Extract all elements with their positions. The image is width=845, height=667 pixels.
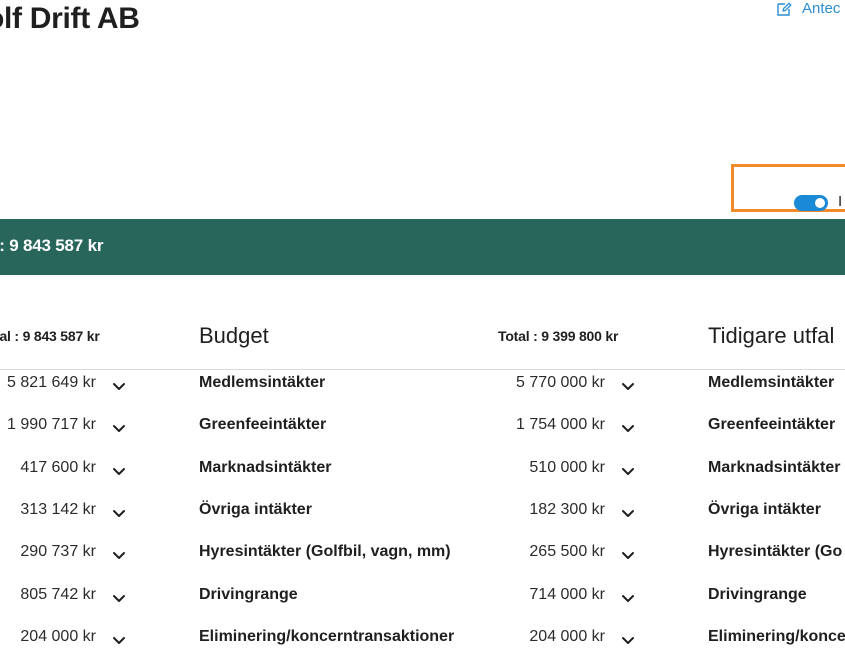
left-amount: 805 742 kr [20, 585, 96, 603]
table-row: 417 600 kr Marknadsintäkter 510 000 kr Mark… [0, 451, 845, 491]
table-row: 1 990 717 kr Greenfeeintäkter 1 754 000 kr… [0, 408, 845, 448]
budget-heading: Budget [199, 323, 269, 348]
budget-amount: 265 500 kr [529, 543, 605, 561]
toggle-knob [815, 198, 825, 208]
previous-heading: Tidigare utfal [708, 323, 835, 348]
budget-amount: 714 000 kr [529, 585, 605, 603]
chevron-down-icon[interactable] [111, 590, 127, 606]
table-row: 313 142 kr Övriga intäkter 182 300 kr Övrig… [0, 493, 845, 533]
left-column-total: tal : 9 843 587 kr [0, 328, 100, 344]
toggle-switch[interactable] [794, 195, 828, 211]
budget-amount: 510 000 kr [529, 458, 605, 476]
chevron-down-icon[interactable] [111, 505, 127, 521]
budget-amount: 1 754 000 kr [516, 416, 605, 434]
budget-category: Drivingrange [199, 585, 298, 603]
previous-category: Medlemsintäkter [708, 374, 835, 391]
previous-category: Drivingrange [708, 585, 807, 603]
page-title: olf Drift AB [0, 2, 140, 35]
left-amount: 5 821 649 kr [7, 374, 96, 391]
table-row: 805 742 kr Drivingrange 714 000 kr Drivingr… [0, 578, 845, 618]
chevron-down-icon[interactable] [620, 632, 636, 648]
previous-category: Hyresintäkter (Go [708, 543, 843, 561]
chevron-down-icon[interactable] [111, 378, 127, 394]
left-amount: 313 142 kr [20, 500, 96, 518]
left-amount: 417 600 kr [20, 458, 96, 476]
toggle-highlight [731, 164, 845, 212]
notes-link-label: Antec [802, 0, 841, 17]
chevron-down-icon[interactable] [111, 463, 127, 479]
chevron-down-icon[interactable] [620, 505, 636, 521]
left-amount: 204 000 kr [20, 627, 96, 645]
table-row: 290 737 kr Hyresintäkter (Golfbil, vagn, … [0, 535, 845, 575]
notes-link[interactable]: Antec [776, 0, 840, 17]
left-amount: 290 737 kr [20, 543, 96, 561]
budget-category: Eliminering/koncerntransaktioner [199, 627, 455, 645]
budget-category: Marknadsintäkter [199, 458, 332, 476]
chevron-down-icon[interactable] [620, 378, 636, 394]
budget-category: Medlemsintäkter [199, 374, 326, 391]
previous-category: Eliminering/konce [708, 627, 845, 645]
budget-total: Total : 9 399 800 kr [498, 328, 619, 344]
total-banner: tal: 9 843 587 kr [0, 219, 845, 275]
table-row: 5 821 649 kr Medlemsintäkter 5 770 000 kr M… [0, 366, 845, 406]
chevron-down-icon[interactable] [111, 547, 127, 563]
chevron-down-icon[interactable] [620, 590, 636, 606]
chevron-down-icon[interactable] [620, 420, 636, 436]
chevron-down-icon[interactable] [620, 547, 636, 563]
edit-icon [776, 1, 792, 17]
budget-amount: 204 000 kr [529, 627, 605, 645]
total-banner-text: tal: 9 843 587 kr [0, 236, 104, 255]
previous-category: Greenfeeintäkter [708, 416, 836, 434]
chevron-down-icon[interactable] [111, 632, 127, 648]
toggle-label: I [838, 193, 843, 210]
previous-category: Marknadsintäkter [708, 458, 841, 476]
budget-amount: 182 300 kr [529, 500, 605, 518]
budget-category: Hyresintäkter (Golfbil, vagn, mm) [199, 543, 451, 561]
budget-category: Greenfeeintäkter [199, 416, 327, 434]
table-row: 204 000 kr Eliminering/koncerntransaktion… [0, 620, 845, 660]
budget-category: Övriga intäkter [199, 500, 312, 518]
left-amount: 1 990 717 kr [7, 416, 96, 434]
budget-amount: 5 770 000 kr [516, 374, 605, 391]
previous-category: Övriga intäkter [708, 500, 821, 518]
chevron-down-icon[interactable] [111, 420, 127, 436]
chevron-down-icon[interactable] [620, 463, 636, 479]
